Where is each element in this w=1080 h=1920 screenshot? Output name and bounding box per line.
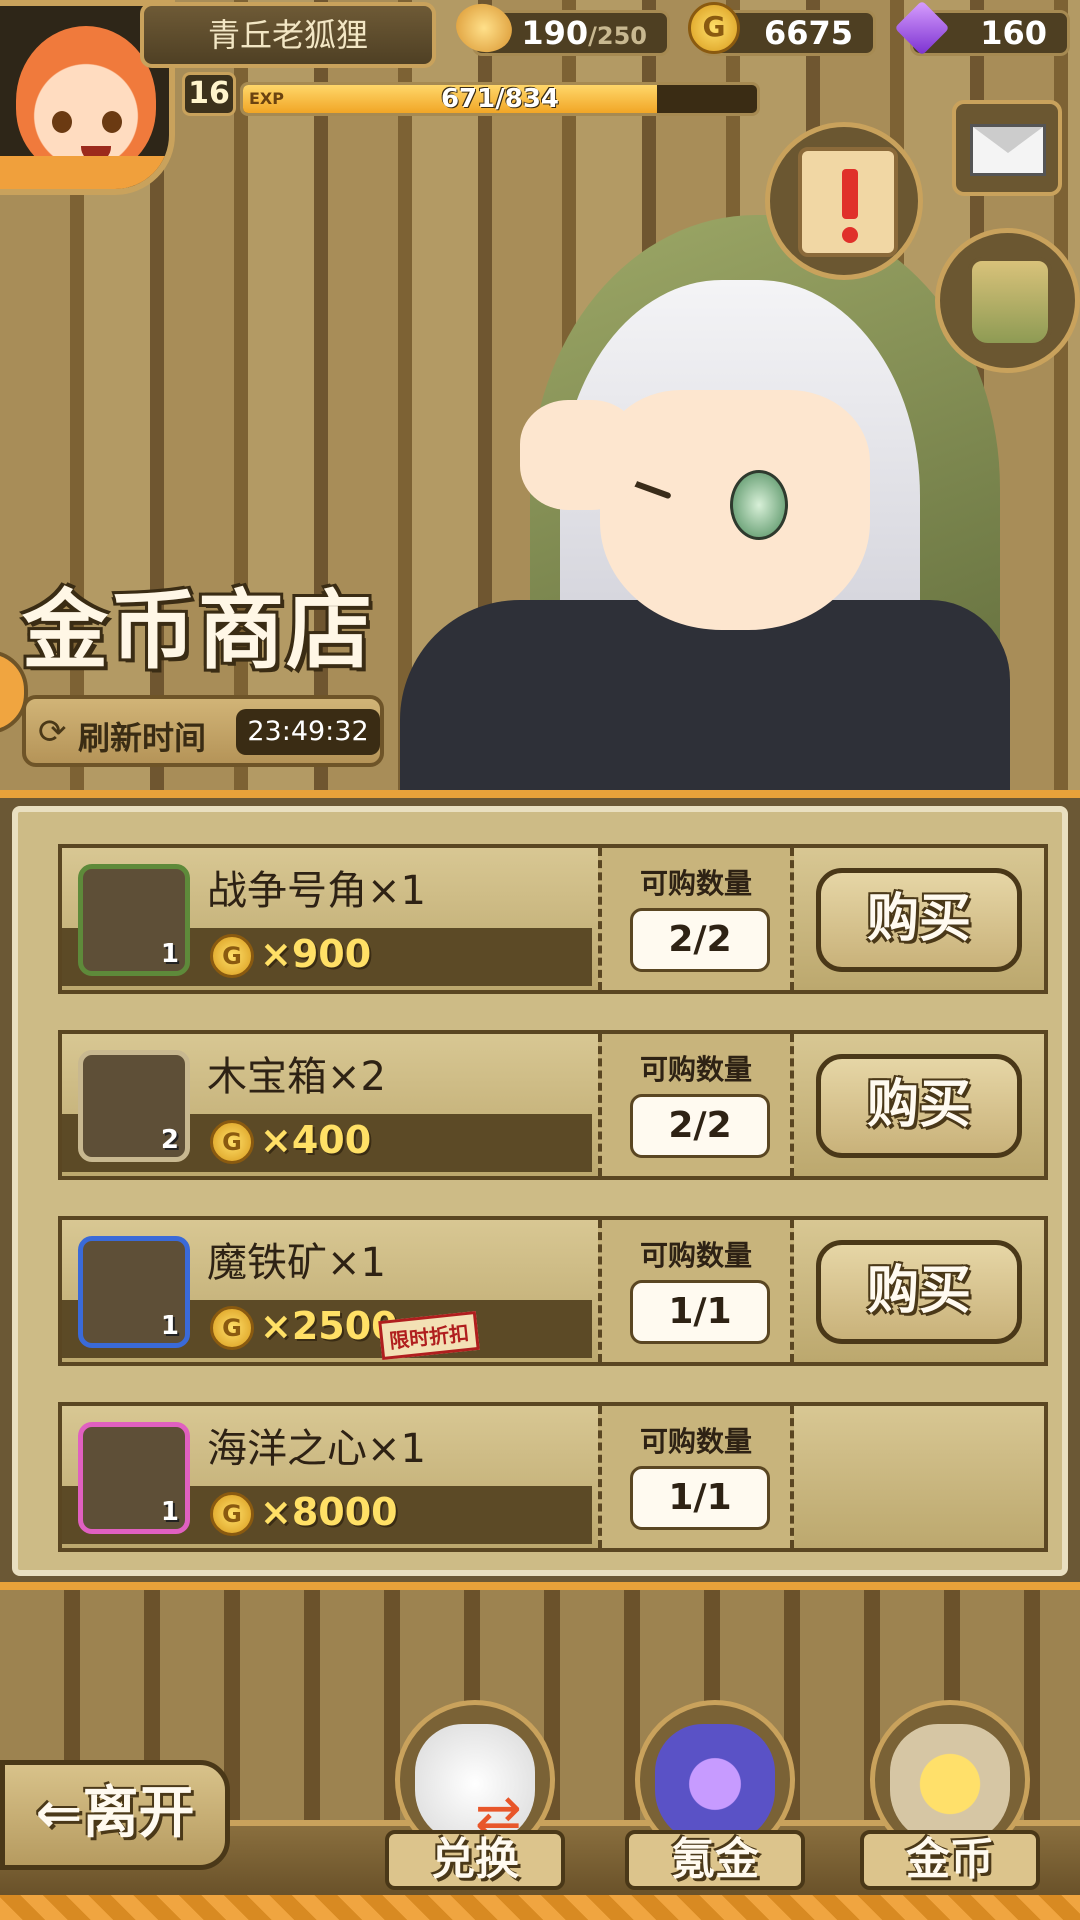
avatar-face: [16, 26, 156, 176]
shop-title: 金币商店: [22, 581, 374, 681]
item-name: 战争号角×1: [207, 868, 426, 914]
shop-row: 1 海洋之心×1 G ×8000 可购数量 1/1: [58, 1402, 1048, 1552]
gold-coin-icon: G: [210, 1306, 254, 1350]
character-face: [600, 390, 870, 630]
buy-button[interactable]: 购买: [816, 868, 1022, 972]
purchase-limit: 可购数量 1/1: [598, 1406, 794, 1548]
tab-recharge[interactable]: 氪金: [625, 1700, 805, 1890]
tab-gold-label: 金币: [860, 1830, 1040, 1890]
player-name: 青丘老狐狸: [140, 2, 436, 68]
shop-panel: 1 战争号角×1 G ×900 可购数量 2/2 购买 2 木宝箱×2 G ×400 可购数量 2/2 购…: [0, 790, 1080, 1590]
refresh-time: 23:49:32: [236, 709, 380, 755]
ocean-heart-necklace-icon[interactable]: 1: [78, 1422, 190, 1534]
item-stack-count: 2: [160, 1125, 179, 1155]
shop-row: 1 战争号角×1 G ×900 可购数量 2/2 购买: [58, 844, 1048, 994]
shop-row: 2 木宝箱×2 G ×400 可购数量 2/2 购买: [58, 1030, 1048, 1180]
exclamation-dot: [842, 227, 858, 243]
item-stack-count: 1: [160, 1497, 179, 1527]
item-price: ×900: [260, 932, 372, 976]
quest-scroll-icon: [798, 147, 898, 257]
item-name: 魔铁矿×1: [207, 1240, 386, 1286]
item-name: 木宝箱×2: [207, 1054, 386, 1100]
envelope-icon: [970, 124, 1046, 176]
character-hand: [520, 400, 640, 510]
magic-iron-ore-icon[interactable]: 1: [78, 1236, 190, 1348]
avatar-eye-right: [102, 111, 122, 133]
tab-exchange[interactable]: ⇄ 兑换: [385, 1700, 565, 1890]
backpack-button[interactable]: [935, 228, 1080, 373]
purchase-limit: 可购数量 2/2: [598, 1034, 794, 1176]
bottom-border-strip: [0, 1895, 1080, 1920]
gem-amount: 160: [980, 14, 1047, 52]
tab-recharge-label: 氪金: [625, 1830, 805, 1890]
qty-value: 1/1: [630, 1466, 770, 1530]
qty-value: 2/2: [630, 908, 770, 972]
quest-scroll-button[interactable]: [765, 122, 923, 280]
shop-row: 1 魔铁矿×1 G ×2500 限时折扣 可购数量 1/1 购买: [58, 1216, 1048, 1366]
stamina-max: /250: [588, 22, 647, 50]
purchase-limit: 可购数量 1/1: [598, 1220, 794, 1362]
player-level: 16: [182, 72, 236, 116]
exp-bar: EXP 671/834: [240, 82, 760, 116]
exclamation-bar: [842, 169, 858, 219]
qty-label: 可购数量: [639, 1239, 752, 1272]
gold-sack-icon: [890, 1724, 1010, 1844]
item-stack-count: 1: [160, 1311, 179, 1341]
exp-text: 671/834: [440, 84, 560, 114]
gold-coin-icon: G: [688, 2, 740, 54]
shop-panel-inner: 1 战争号角×1 G ×900 可购数量 2/2 购买 2 木宝箱×2 G ×400 可购数量 2/2 购…: [12, 806, 1068, 1576]
gold-coin-icon: G: [210, 934, 254, 978]
avatar-eye-left: [52, 111, 72, 133]
refresh-icon: ⟳: [38, 712, 67, 752]
war-horn-icon[interactable]: 1: [78, 864, 190, 976]
tab-exchange-label: 兑换: [385, 1830, 565, 1890]
backpack-icon: [968, 257, 1052, 347]
exchange-sack-icon: ⇄: [415, 1724, 535, 1849]
qty-value: 1/1: [630, 1280, 770, 1344]
qty-value: 2/2: [630, 1094, 770, 1158]
leave-button[interactable]: ⇐离开: [0, 1760, 230, 1870]
tab-gold-shop[interactable]: 金币: [860, 1700, 1040, 1890]
gold-coin-icon: G: [210, 1492, 254, 1536]
leave-label: 离开: [82, 1781, 195, 1846]
item-price: ×2500: [260, 1304, 398, 1348]
stamina-current: 190: [521, 14, 589, 52]
qty-label: 可购数量: [639, 1053, 752, 1086]
character-body: [400, 600, 1010, 800]
gem-sack-icon: [655, 1724, 775, 1844]
buy-button[interactable]: 购买: [816, 1240, 1022, 1344]
gold-coin-icon: G: [210, 1120, 254, 1164]
mail-button[interactable]: [952, 100, 1062, 196]
item-stack-count: 1: [160, 939, 179, 969]
gold-amount: 6675: [763, 14, 853, 52]
qty-label: 可购数量: [639, 1425, 752, 1458]
character-open-eye: [730, 470, 788, 540]
item-price: ×8000: [260, 1490, 398, 1534]
purchase-limit: 可购数量 2/2: [598, 848, 794, 990]
buy-button[interactable]: 购买: [816, 1054, 1022, 1158]
wooden-chest-icon[interactable]: 2: [78, 1050, 190, 1162]
item-price: ×400: [260, 1118, 372, 1162]
refresh-label: 刷新时间: [78, 719, 207, 757]
item-name: 海洋之心×1: [207, 1426, 426, 1472]
qty-label: 可购数量: [639, 867, 752, 900]
refresh-timer: ⟳ 刷新时间 23:49:32: [22, 695, 384, 767]
